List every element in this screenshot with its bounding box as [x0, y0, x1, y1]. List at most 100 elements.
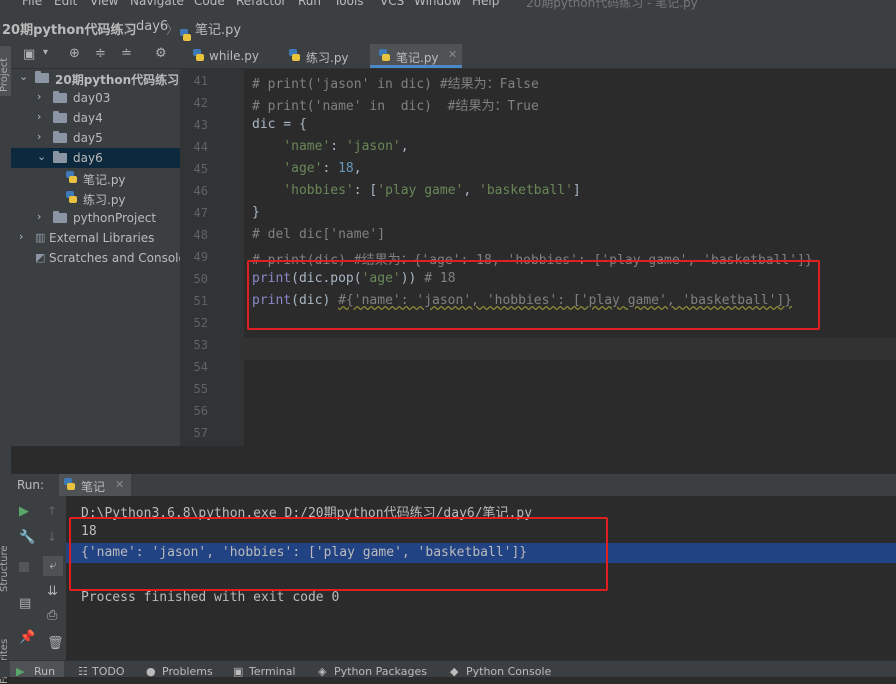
bottom-tab-run[interactable]: ▶ Run — [10, 661, 64, 678]
todo-icon: ☷ — [78, 665, 88, 678]
expand-all-icon[interactable]: ≑ — [95, 46, 106, 61]
line-number: 57 — [193, 426, 208, 440]
soft-wrap-icon[interactable]: ⤶ — [43, 556, 63, 576]
line-number: 48 — [193, 228, 208, 242]
structure-tool-label[interactable]: Structure — [0, 545, 10, 592]
tree-item-label: 笔记.py — [83, 173, 126, 187]
panel-separator — [11, 446, 896, 470]
line-number: 51 — [193, 294, 208, 308]
chevron-down-icon[interactable]: ⌄ — [19, 70, 28, 83]
tree-item[interactable]: 练习.py — [11, 188, 180, 208]
menu-item[interactable]: Tools — [334, 0, 364, 8]
bottom-tab-terminal[interactable]: Terminal — [249, 665, 296, 678]
line-number: 53 — [193, 338, 208, 352]
tab-practice-py[interactable]: 练习.py — [282, 44, 368, 68]
menu-item[interactable]: Refactor — [236, 0, 286, 8]
tool-window-bar: ▶ Run ☷ TODO ● Problems ▣ Terminal ◈ Pyt… — [0, 660, 896, 678]
tree-item[interactable]: ◩ Scratches and Consoles — [11, 248, 180, 268]
folder-icon — [53, 211, 67, 223]
code-token: , — [463, 183, 479, 198]
python-console-icon: ◆ — [450, 665, 459, 678]
menu-item[interactable]: Window — [414, 0, 461, 8]
delete-icon[interactable]: 🗑 — [47, 636, 64, 651]
chevron-right-icon[interactable]: › — [37, 210, 41, 223]
arrow-up-icon[interactable]: ↑ — [47, 504, 57, 518]
tab-notes-py[interactable]: 笔记.py ✕ — [370, 44, 462, 68]
tree-item-label: pythonProject — [73, 211, 157, 225]
bottom-tab-todo[interactable]: TODO — [92, 665, 125, 678]
tree-item[interactable]: › ▥ External Libraries — [11, 228, 180, 248]
code-token: } — [252, 205, 260, 220]
breadcrumb-folder[interactable]: day6 — [136, 19, 168, 34]
gear-icon[interactable]: ⚙ — [155, 46, 167, 61]
project-tool-label[interactable]: Project — [0, 58, 10, 92]
tree-item[interactable]: ⌄ 20期python代码练习 — [11, 68, 180, 88]
line-number: 49 — [193, 250, 208, 264]
bottom-tab-problems[interactable]: Problems — [162, 665, 213, 678]
highlight-box-console — [69, 517, 608, 591]
layout-icon[interactable]: ▤ — [19, 596, 31, 611]
tree-item[interactable]: ⌄ day6 — [11, 148, 180, 168]
code-token: # del dic['name'] — [252, 227, 386, 242]
code-line: # print('jason' in dic) #结果为：False — [252, 73, 539, 92]
scroll-to-end-icon[interactable]: ⇊ — [47, 584, 58, 599]
pin-icon[interactable]: 📌 — [19, 630, 35, 645]
bottom-tab-python-packages[interactable]: Python Packages — [334, 665, 427, 678]
collapse-all-icon[interactable]: ≐ — [121, 46, 132, 61]
code-editor[interactable]: # print('jason' in dic) #结果为：False # prin… — [244, 69, 896, 446]
tree-item[interactable]: › day03 — [11, 88, 180, 108]
python-file-icon — [289, 49, 300, 61]
run-tab-notes[interactable]: 笔记 ✕ — [59, 474, 131, 498]
chevron-right-icon[interactable]: › — [37, 130, 41, 143]
code-token: : — [330, 139, 346, 154]
view-mode-icon[interactable]: ▣ — [23, 47, 35, 62]
code-line: 'age': 18, — [252, 161, 361, 176]
tab-while-py[interactable]: while.py — [188, 44, 280, 68]
tree-item[interactable]: 笔记.py — [11, 168, 180, 188]
breadcrumb-file[interactable]: 笔记.py — [195, 19, 241, 38]
code-token: 'hobbies' — [283, 183, 354, 198]
console-exit-line: Process finished with exit code 0 — [81, 590, 340, 605]
tree-item-label: 20期python代码练习 — [55, 73, 180, 87]
line-number: 46 — [193, 184, 208, 198]
stop-icon[interactable] — [19, 562, 29, 572]
menu-item[interactable]: Navigate — [130, 0, 184, 8]
tree-item[interactable]: › pythonProject — [11, 208, 180, 228]
tree-item-label: day6 — [73, 151, 103, 165]
run-icon[interactable]: ▶ — [19, 504, 29, 519]
close-icon[interactable]: ✕ — [448, 48, 457, 61]
chevron-down-icon[interactable]: ⌄ — [37, 150, 46, 163]
chevron-right-icon[interactable]: › — [37, 110, 41, 123]
tree-item[interactable]: › day5 — [11, 128, 180, 148]
locate-icon[interactable]: ⊕ — [69, 46, 80, 61]
menu-item[interactable]: VCS — [380, 0, 404, 8]
tree-item[interactable]: › day4 — [11, 108, 180, 128]
wrench-icon[interactable]: 🔧 — [19, 530, 35, 545]
menu-item[interactable]: View — [90, 0, 118, 8]
tree-item-label: Scratches and Consoles — [49, 251, 180, 265]
line-number: 41 — [193, 74, 208, 88]
tree-item-label: day4 — [73, 111, 103, 125]
print-icon[interactable]: ⎙ — [47, 608, 57, 623]
arrow-down-icon[interactable]: ↓ — [47, 530, 57, 544]
python-file-icon — [193, 49, 204, 61]
menu-item[interactable]: File — [22, 0, 42, 8]
menu-item[interactable]: Run — [298, 0, 321, 8]
tab-label: while.py — [209, 49, 260, 63]
code-token: 18 — [338, 161, 354, 176]
menu-item[interactable]: Help — [472, 0, 499, 8]
chevron-right-icon[interactable]: › — [19, 230, 23, 243]
breadcrumb-project[interactable]: 20期python代码练习 — [2, 19, 137, 38]
menu-item[interactable]: Code — [194, 0, 225, 8]
chevron-right-icon[interactable]: › — [37, 90, 41, 103]
dropdown-icon[interactable]: ▾ — [43, 47, 48, 58]
code-token: dic = { — [252, 117, 307, 132]
line-number: 55 — [193, 382, 208, 396]
run-tab-label: 笔记 — [81, 480, 106, 494]
tab-label: 笔记.py — [396, 51, 439, 65]
close-icon[interactable]: ✕ — [115, 478, 124, 491]
current-line-highlight — [244, 338, 896, 360]
menu-item[interactable]: Edit — [54, 0, 77, 8]
bottom-tab-python-console[interactable]: Python Console — [466, 665, 551, 678]
run-icon: ▶ — [16, 665, 25, 678]
